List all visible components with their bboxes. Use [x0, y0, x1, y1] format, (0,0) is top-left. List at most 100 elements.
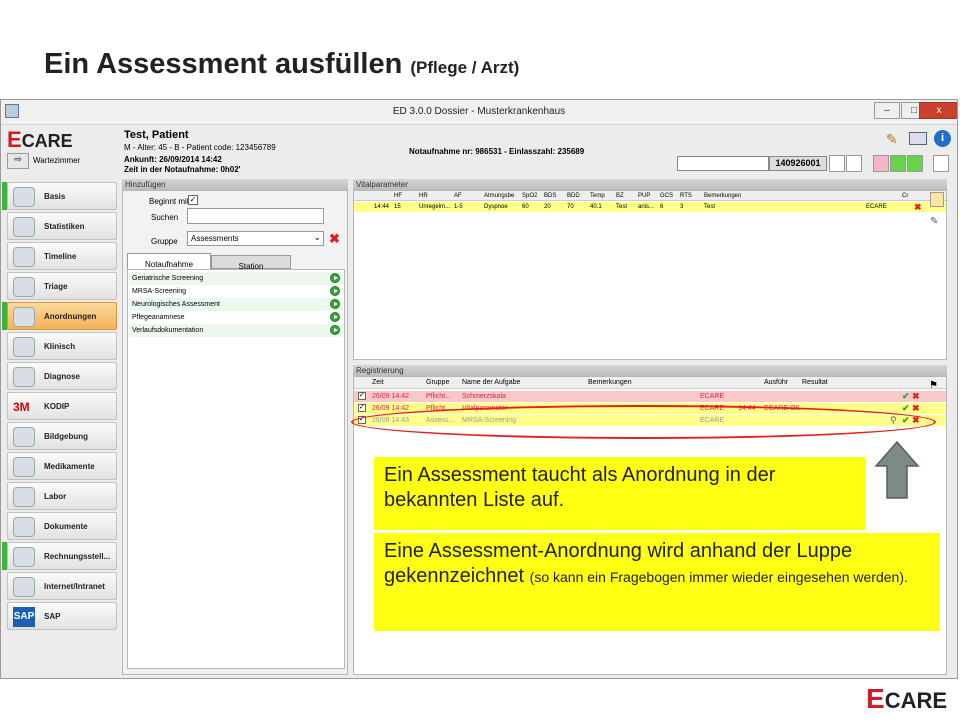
checkered-flag-icon[interactable]: ⚑ — [929, 380, 938, 391]
row-checkbox[interactable]: ✓ — [358, 392, 366, 400]
footer-logo-care: CARE — [884, 688, 948, 713]
active-marker — [2, 182, 7, 210]
footer-ecare-logo: ECARE — [866, 683, 948, 714]
registrierung-header: Registrierung — [353, 365, 947, 376]
wartezimmer-button[interactable]: ⇨ — [7, 153, 29, 169]
sidebar-item-klinisch[interactable]: Klinisch — [7, 332, 117, 360]
add-circle-icon[interactable] — [330, 286, 340, 296]
sap-logo-icon: SAP — [13, 607, 35, 627]
edit-pen-icon[interactable]: ✎ — [886, 131, 902, 147]
sidebar-item-sap[interactable]: SAP SAP — [7, 602, 117, 630]
add-circle-icon[interactable] — [330, 299, 340, 309]
vitals-col-header: Cr — [902, 193, 909, 199]
sidebar-item-triage[interactable]: Triage — [7, 272, 117, 300]
radiation-icon — [13, 427, 35, 447]
vitals-data-row[interactable]: 14:44 15 Unregelm... 1-5 Dyspnoe 60 20 70 40.1 Te… — [354, 202, 946, 212]
callout-box-1-text: Ein Assessment taucht als Anordnung in d… — [384, 464, 776, 511]
document-icon — [13, 517, 35, 537]
vitals-col-header: AF — [454, 193, 462, 199]
callout-box-2-small: (so kann ein Fragebogen immer wieder ein… — [529, 569, 908, 585]
vitals-cell: 60 — [522, 204, 529, 210]
window-titlebar: ED 3.0.0 Dossier - Musterkrankenhaus – □… — [1, 100, 957, 125]
sidebar-item-label: Internet/Intranet — [44, 582, 105, 591]
book-icon[interactable] — [909, 132, 927, 145]
sidebar-item-internetintranet[interactable]: Internet/Intranet — [7, 572, 117, 600]
table-row[interactable]: ✓ 26/09 14:42 Pflicht... Schmerzskala ECARE ✔… — [354, 391, 946, 402]
delete-x-icon[interactable]: ✖ — [912, 391, 920, 402]
sidebar-item-timeline[interactable]: Timeline — [7, 242, 117, 270]
status-indicator-1 — [829, 155, 845, 172]
list-item[interactable]: Geriatrische Screening — [129, 272, 343, 285]
add-circle-icon[interactable] — [330, 325, 340, 335]
active-marker — [2, 302, 7, 330]
registrierung-col-header: Gruppe — [426, 379, 450, 386]
delete-x-icon[interactable]: ✖ — [914, 202, 922, 212]
clear-x-icon[interactable]: ✖ — [329, 231, 340, 247]
tab-notaufnahme[interactable]: Notaufnahme — [127, 253, 211, 269]
sidebar-item-bildgebung[interactable]: Bildgebung — [7, 422, 117, 450]
registrierung-col-header: Zeit — [372, 379, 384, 386]
vitalparameter-header: Vitalparameter — [353, 179, 947, 190]
sidebar-item-label: Triage — [44, 282, 68, 291]
list-item[interactable]: MRSA-Screening — [129, 285, 343, 298]
stats-icon — [13, 217, 35, 237]
vitals-col-header: PUP — [638, 193, 651, 199]
sidebar-item-statistiken[interactable]: Statistiken — [7, 212, 117, 240]
list-item[interactable]: Pflegeanamnese — [129, 311, 343, 324]
stethoscope-icon — [13, 367, 35, 387]
info-icon[interactable]: i — [934, 130, 951, 147]
vitals-cell: 70 — [567, 204, 574, 210]
close-button[interactable]: x — [919, 102, 957, 119]
edit-list-icon[interactable]: ✎ — [930, 216, 944, 230]
vitals-cell: ECARE — [866, 204, 887, 210]
check-icon[interactable]: ✔ — [902, 403, 910, 414]
sidebar-item-label: Diagnose — [44, 372, 81, 381]
gruppe-select[interactable]: Assessments ⌄ — [187, 231, 324, 246]
sidebar-item-labor[interactable]: Labor — [7, 482, 117, 510]
patient-code-box: 140926001 — [769, 156, 827, 171]
sidebar-item-label: Anordnungen — [44, 312, 97, 321]
test-tube-icon — [13, 487, 35, 507]
registrierung-col-header: Name der Aufgabe — [462, 379, 521, 386]
list-item-label: Neurologisches Assessment — [132, 301, 220, 308]
vitalparameter-panel: HF HR AF Atmungsbe SpO2 BDS BDD Temp BZ PUP GCS RTS… — [353, 190, 947, 360]
up-arrow-icon — [874, 440, 920, 499]
3m-logo-icon: 3M — [13, 400, 30, 414]
minimize-button[interactable]: – — [874, 102, 900, 119]
vitals-col-header: SpO2 — [522, 193, 538, 199]
suchen-input[interactable] — [187, 208, 324, 224]
sidebar-item-medikamente[interactable]: Medikamente — [7, 452, 117, 480]
vitals-cell: 40.1 — [590, 204, 602, 210]
clipboard-icon — [13, 337, 35, 357]
vitals-col-header: BDS — [544, 193, 557, 199]
vitals-cell: 15 — [394, 204, 401, 210]
tab-station[interactable]: Station — [211, 255, 291, 271]
hinzufuegen-header: Hinzufügen — [122, 179, 348, 190]
patient-name: Test, Patient — [124, 129, 189, 141]
status-indicator-5 — [907, 155, 923, 172]
slide-title-sub: (Pflege / Arzt) — [410, 58, 520, 77]
check-icon[interactable]: ✔ — [902, 391, 910, 402]
status-indicator-6 — [933, 155, 949, 172]
list-item[interactable]: Verlaufsdokumentation — [129, 324, 343, 337]
sidebar-item-label: KODIP — [44, 402, 70, 411]
sidebar-item-anordnungen[interactable]: Anordnungen — [7, 302, 117, 330]
search-box[interactable] — [677, 156, 769, 171]
patient-numbers: Notaufnahme nr: 986531 - Einlasszahl: 23… — [409, 147, 585, 156]
sidebar-item-dokumente[interactable]: Dokumente — [7, 512, 117, 540]
sidebar-item-kodip[interactable]: 3M KODIP — [7, 392, 117, 420]
gruppe-select-value: Assessments — [191, 234, 239, 243]
list-item[interactable]: Neurologisches Assessment — [129, 298, 343, 311]
vitals-cell: Test — [616, 204, 628, 210]
sidebar: Basis Statistiken Timeline Triage Anordnunge… — [1, 176, 121, 676]
sidebar-item-rechnungsstell[interactable]: Rechnungsstell... — [7, 542, 117, 570]
delete-x-icon[interactable]: ✖ — [912, 403, 920, 414]
wartezimmer-label: Wartezimmer — [33, 156, 81, 165]
note-pad-icon[interactable] — [930, 192, 944, 207]
beginnt-mit-checkbox[interactable]: ✓ — [188, 195, 198, 205]
sidebar-item-basis[interactable]: Basis — [7, 182, 117, 210]
row-checkbox[interactable]: ✓ — [358, 404, 366, 412]
add-circle-icon[interactable] — [330, 312, 340, 322]
sidebar-item-diagnose[interactable]: Diagnose — [7, 362, 117, 390]
add-circle-icon[interactable] — [330, 273, 340, 283]
